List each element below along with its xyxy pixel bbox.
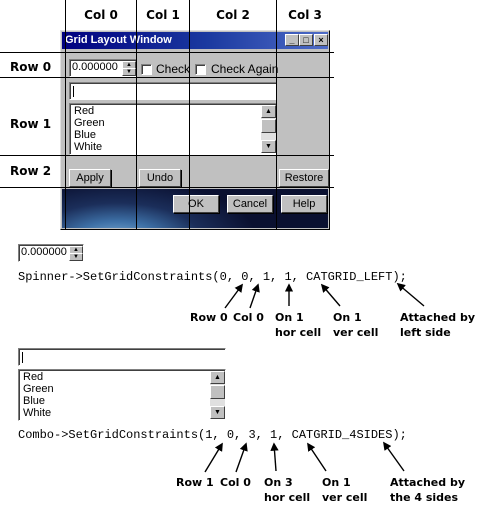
arrow-4sides <box>383 441 405 472</box>
arrow-left <box>396 282 425 307</box>
arrow-col0 <box>249 283 260 309</box>
annotation-arrows <box>204 282 425 473</box>
arrow-hor3 <box>270 442 279 472</box>
arrow-ver1 <box>307 442 327 472</box>
arrow-row0 <box>224 283 243 309</box>
arrow-ver1 <box>320 283 341 307</box>
arrow-col0 <box>235 442 248 473</box>
arrow-row1 <box>204 442 223 473</box>
